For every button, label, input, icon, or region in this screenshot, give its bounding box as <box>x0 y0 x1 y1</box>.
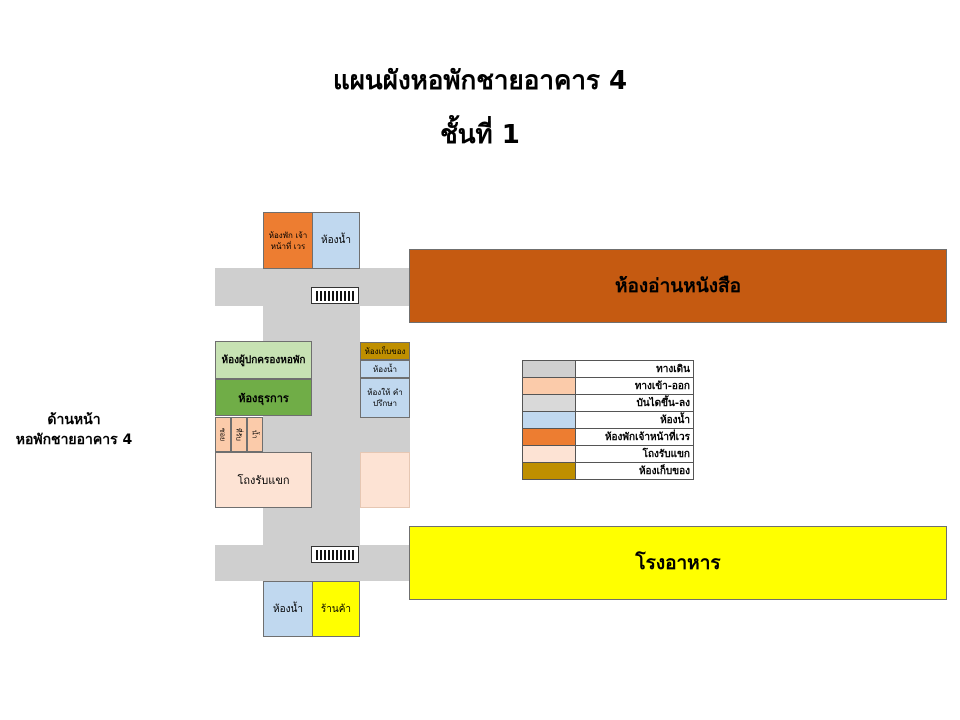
legend-swatch <box>522 445 576 463</box>
legend-swatch <box>522 394 576 412</box>
walkway-right-branch <box>360 418 410 452</box>
room-staff-rest[interactable]: ห้องพัก เจ้าหน้าที่ เวร <box>263 212 313 269</box>
legend-label: ห้องพักเจ้าหน้าที่เวร <box>575 428 694 446</box>
legend-label: ห้องน้ำ <box>575 411 694 429</box>
room-counseling[interactable]: ห้องให้ คำปรึกษา <box>360 378 410 418</box>
room-lobby[interactable]: โถงรับแขก <box>215 452 312 508</box>
legend-swatch <box>522 462 576 480</box>
legend-label: ทางเข้า-ออก <box>575 377 694 395</box>
walkway-spine <box>263 300 360 550</box>
room-toilet-small[interactable]: ห้องน้ำ <box>360 360 410 378</box>
room-guardian[interactable]: ห้องผู้ปกครองหอพัก <box>215 341 312 379</box>
legend-swatch <box>522 377 576 395</box>
legend-row: ห้องน้ำ <box>522 411 694 429</box>
legend-row: ทางเดิน <box>522 360 694 378</box>
front-label: ด้านหน้า หอพักชายอาคาร 4 <box>4 410 144 450</box>
legend-swatch <box>522 360 576 378</box>
legend-row: ทางเข้า-ออก <box>522 377 694 395</box>
page-title: แผนผังหอพักชายอาคาร 4 <box>332 66 628 96</box>
legend-row: ห้องพักเจ้าหน้าที่เวร <box>522 428 694 446</box>
room-canteen[interactable]: โรงอาหาร <box>409 526 947 600</box>
legend-label: บันไดขึ้น-ลง <box>575 394 694 412</box>
room-small-c[interactable]: น้ำ <box>247 417 263 452</box>
legend: ทางเดิน ทางเข้า-ออก บันไดขึ้น-ลง ห้องน้ำ ห้อ… <box>522 360 694 480</box>
floor-subtitle: ชั้นที่ 1 <box>440 120 520 150</box>
legend-row: โถงรับแขก <box>522 445 694 463</box>
legend-label: โถงรับแขก <box>575 445 694 463</box>
entrance-area <box>360 452 410 508</box>
stairs-bottom <box>311 546 359 563</box>
legend-swatch <box>522 411 576 429</box>
front-label-line2: หอพักชายอาคาร 4 <box>15 432 133 448</box>
room-business[interactable]: ห้องธุรการ <box>215 379 312 416</box>
front-label-line1: ด้านหน้า <box>47 412 101 428</box>
legend-row: ห้องเก็บของ <box>522 462 694 480</box>
room-small-a[interactable]: ซอย <box>215 417 231 452</box>
legend-swatch <box>522 428 576 446</box>
room-reading[interactable]: ห้องอ่านหนังสือ <box>409 249 947 323</box>
room-toilet-top[interactable]: ห้องน้ำ <box>312 212 360 269</box>
legend-label: ทางเดิน <box>575 360 694 378</box>
room-toilet-bottom[interactable]: ห้องน้ำ <box>263 581 313 637</box>
legend-row: บันไดขึ้น-ลง <box>522 394 694 412</box>
room-small-b[interactable]: ที่รับ <box>231 417 247 452</box>
stairs-top <box>311 287 359 304</box>
room-shop[interactable]: ร้านค้า <box>312 581 360 637</box>
legend-label: ห้องเก็บของ <box>575 462 694 480</box>
room-storage[interactable]: ห้องเก็บของ <box>360 342 410 360</box>
